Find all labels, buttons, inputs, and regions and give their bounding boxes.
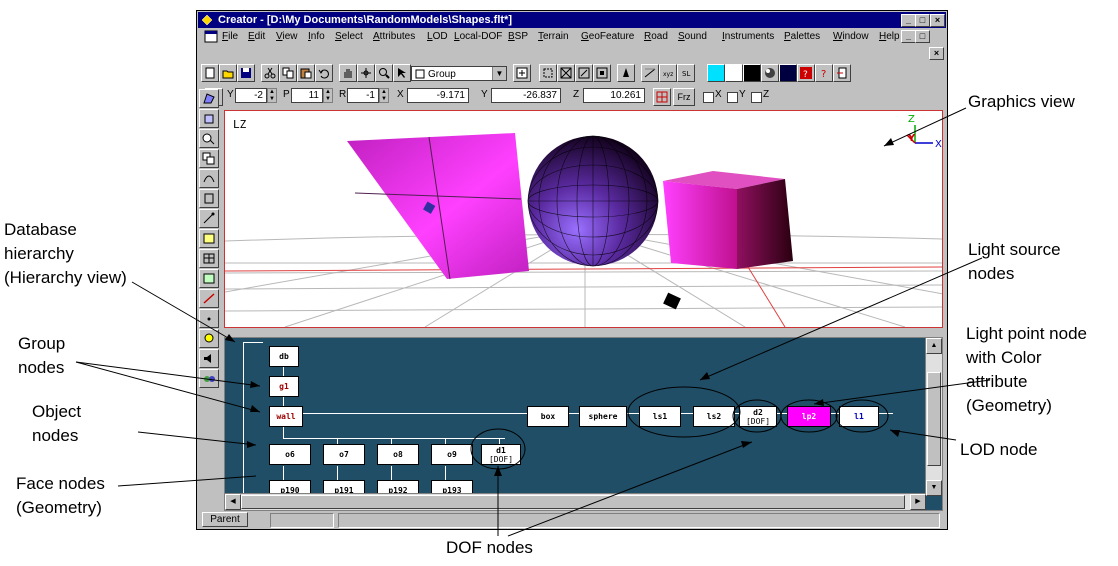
annotation-light-point-2: with Color (966, 348, 1042, 367)
annotation-graphics-view: Graphics view (968, 92, 1075, 111)
annotation-db-hierarchy-3: (Hierarchy view) (4, 268, 127, 287)
annotation-db-hierarchy-1: Database (4, 220, 77, 239)
annotation-object-2: nodes (32, 426, 79, 445)
annotation-group-2: nodes (18, 358, 65, 377)
annotation-object-1: Object (32, 402, 82, 421)
annotation-lines (75, 107, 991, 537)
annotation-light-point-3: attribute (966, 372, 1028, 391)
annotation-face-2: (Geometry) (16, 498, 102, 517)
annotation-light-source-1: Light source (968, 240, 1061, 259)
annotation-light-point-4: (Geometry) (966, 396, 1052, 415)
annotation-light-source-2: nodes (968, 264, 1015, 283)
annotation-db-hierarchy-2: hierarchy (4, 244, 74, 263)
annotation-dof: DOF nodes (446, 538, 533, 557)
annotation-face-1: Face nodes (16, 474, 105, 493)
annotation-lod: LOD node (960, 440, 1038, 459)
annotation-group-1: Group (18, 334, 66, 353)
annotation-light-point-1: Light point node (966, 324, 1087, 343)
